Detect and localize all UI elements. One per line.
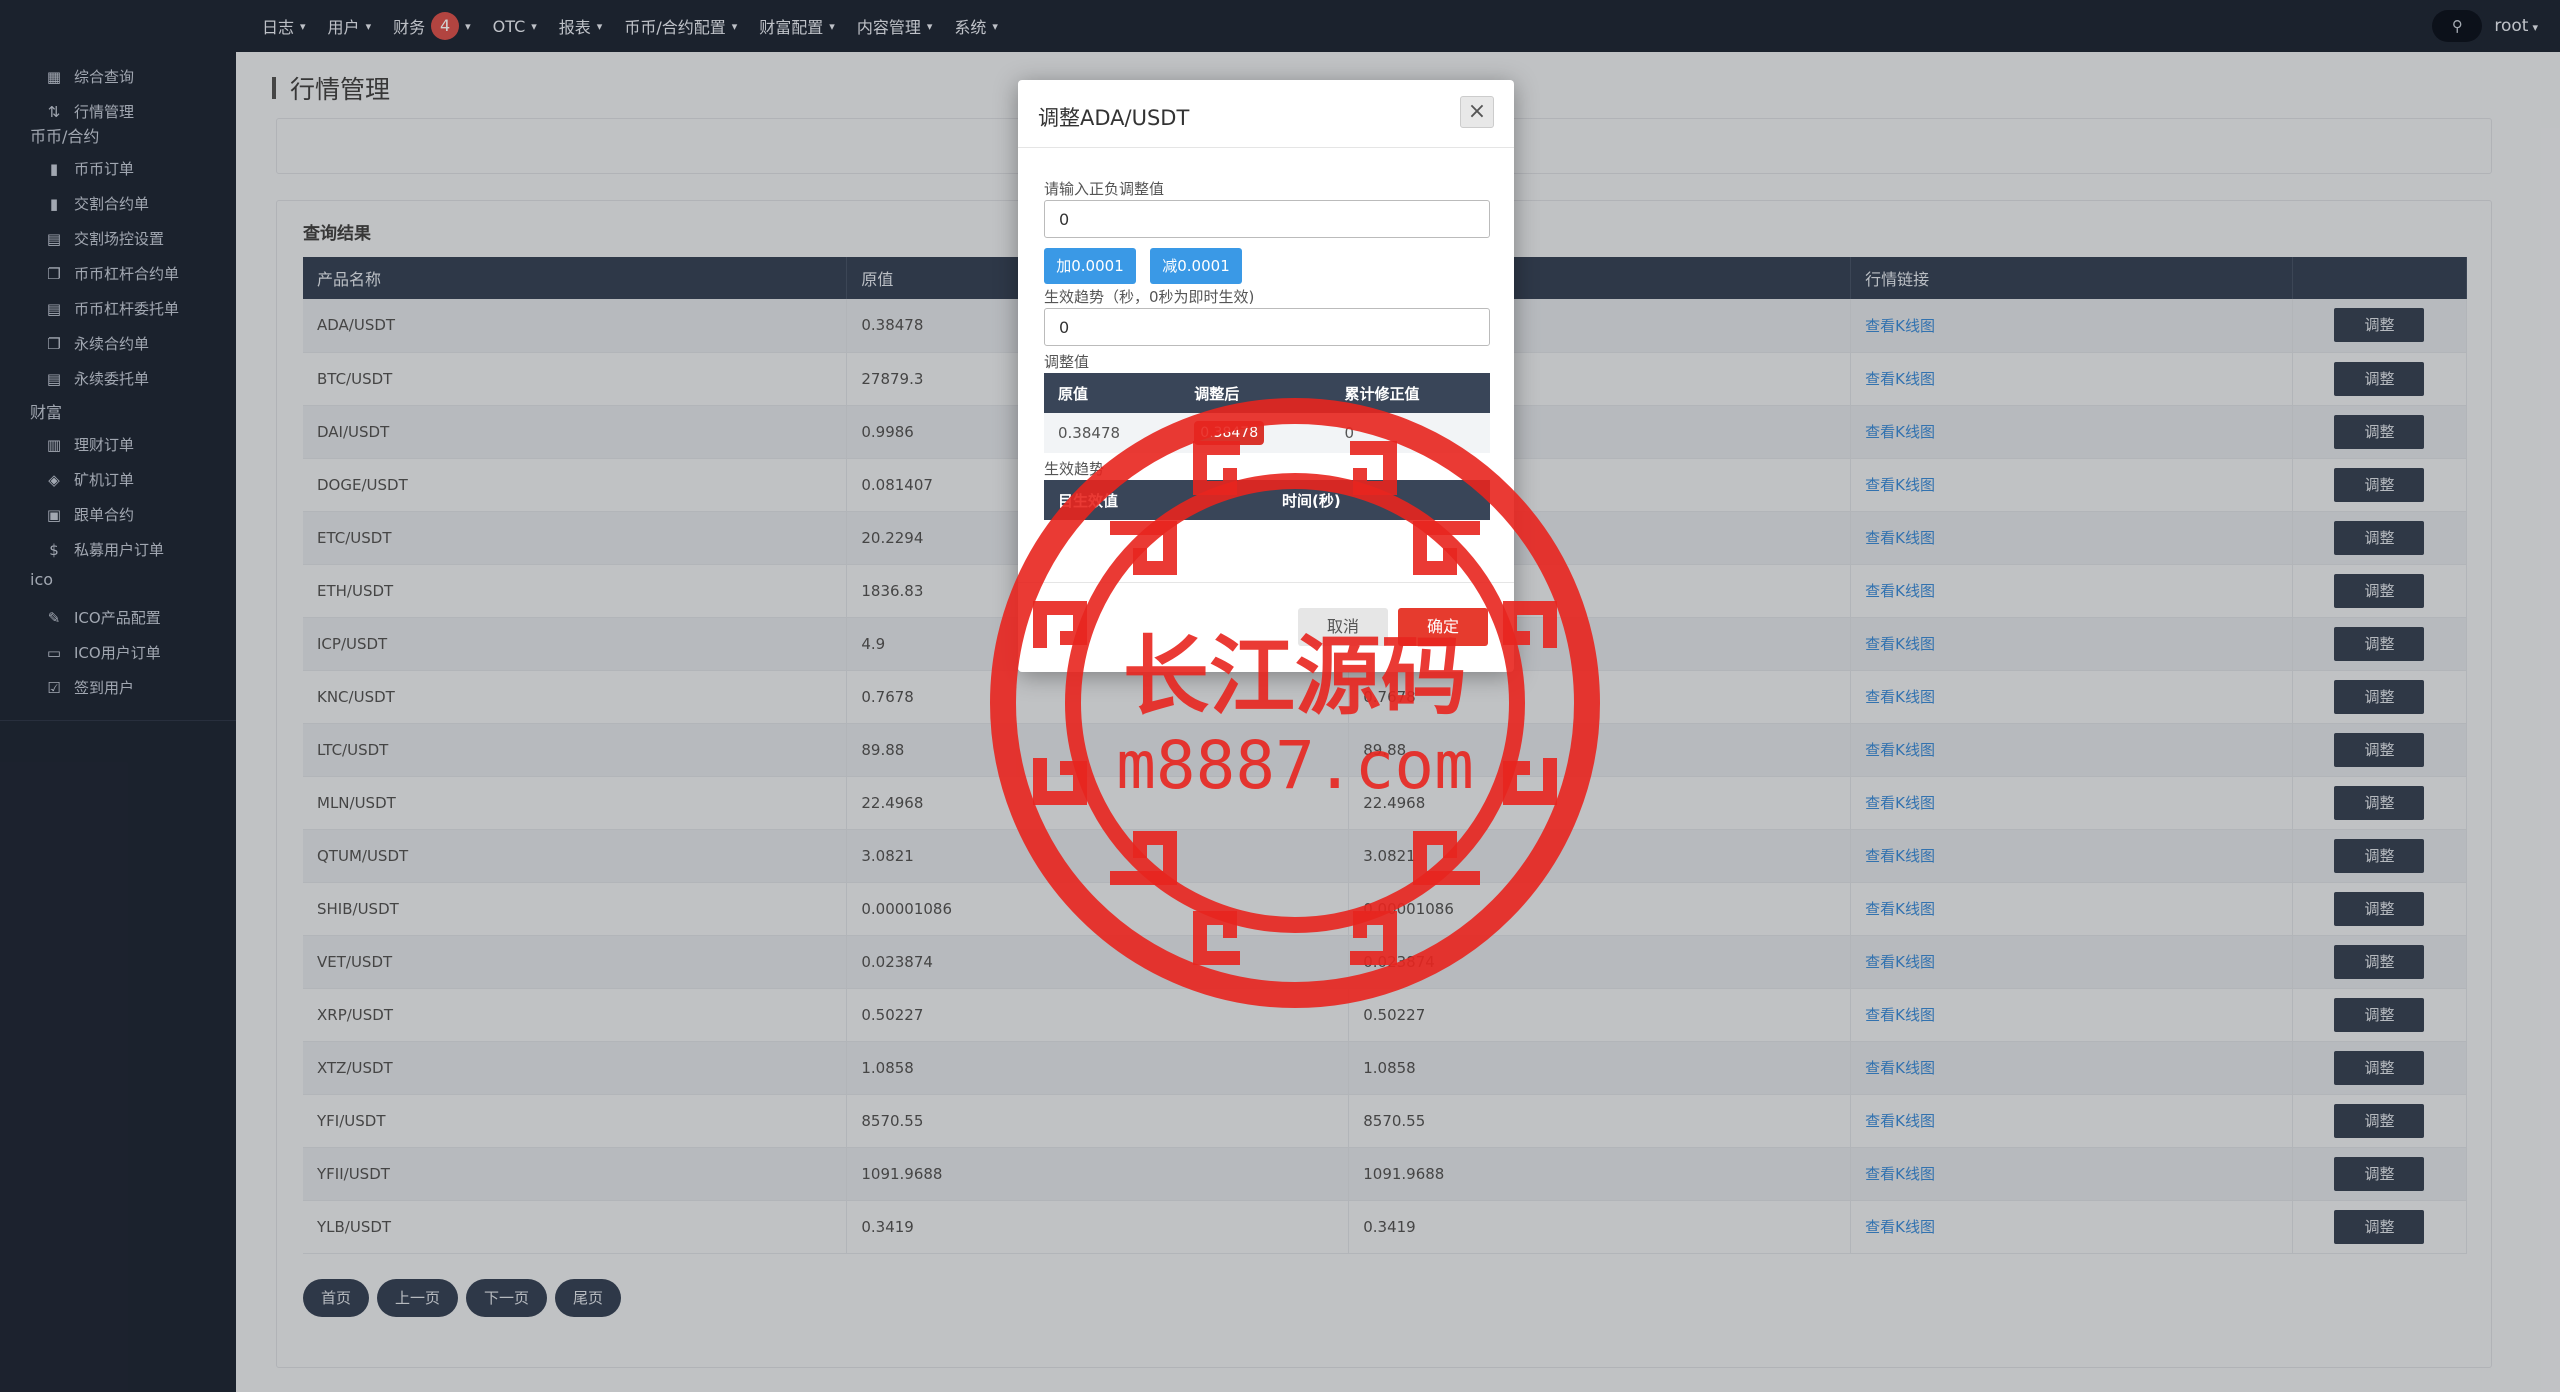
confirm-button[interactable]: 确定	[1398, 608, 1488, 646]
table-row: 0.38478 0.38478 0	[1044, 413, 1490, 453]
header-adjusted: 调整后	[1180, 373, 1331, 413]
modal-footer-divider	[1018, 582, 1514, 583]
trend-label: 生效趋势（秒，0秒为即时生效)	[1044, 288, 1255, 306]
header-target-value: 目生效值	[1044, 480, 1268, 520]
minus-button[interactable]: 减0.0001	[1150, 248, 1242, 284]
header-cumulative: 累计修正值	[1330, 373, 1490, 413]
cancel-button[interactable]: 取消	[1298, 608, 1388, 646]
cumulative-value-cell: 0	[1330, 413, 1490, 453]
modal-title: 调整ADA/USDT	[1038, 106, 1190, 130]
modal-header: 调整ADA/USDT ×	[1018, 80, 1514, 148]
table-header-row: 目生效值 时间(秒)	[1044, 480, 1490, 520]
trend-input[interactable]	[1044, 308, 1490, 346]
adjusted-value-pill: 0.38478	[1194, 421, 1265, 445]
effect-trend-label: 生效趋势	[1044, 460, 1105, 478]
header-time-seconds: 时间(秒)	[1268, 480, 1490, 520]
adjusted-value-cell: 0.38478	[1180, 413, 1331, 453]
adjust-modal: 调整ADA/USDT × 请输入正负调整值 加0.0001 减0.0001 生效…	[1018, 80, 1514, 672]
table-header-row: 原值 调整后 累计修正值	[1044, 373, 1490, 413]
plus-button[interactable]: 加0.0001	[1044, 248, 1136, 284]
adjust-value-label: 请输入正负调整值	[1044, 180, 1165, 198]
original-value-cell: 0.38478	[1044, 413, 1181, 453]
effect-trend-table: 目生效值 时间(秒)	[1044, 480, 1490, 520]
adjust-preview-table: 原值 调整后 累计修正值 0.38478 0.38478 0	[1044, 373, 1490, 453]
close-icon[interactable]: ×	[1460, 96, 1494, 128]
adjust-value-input[interactable]	[1044, 200, 1490, 238]
header-original: 原值	[1044, 373, 1181, 413]
adjusted-value-label: 调整值	[1044, 353, 1090, 371]
